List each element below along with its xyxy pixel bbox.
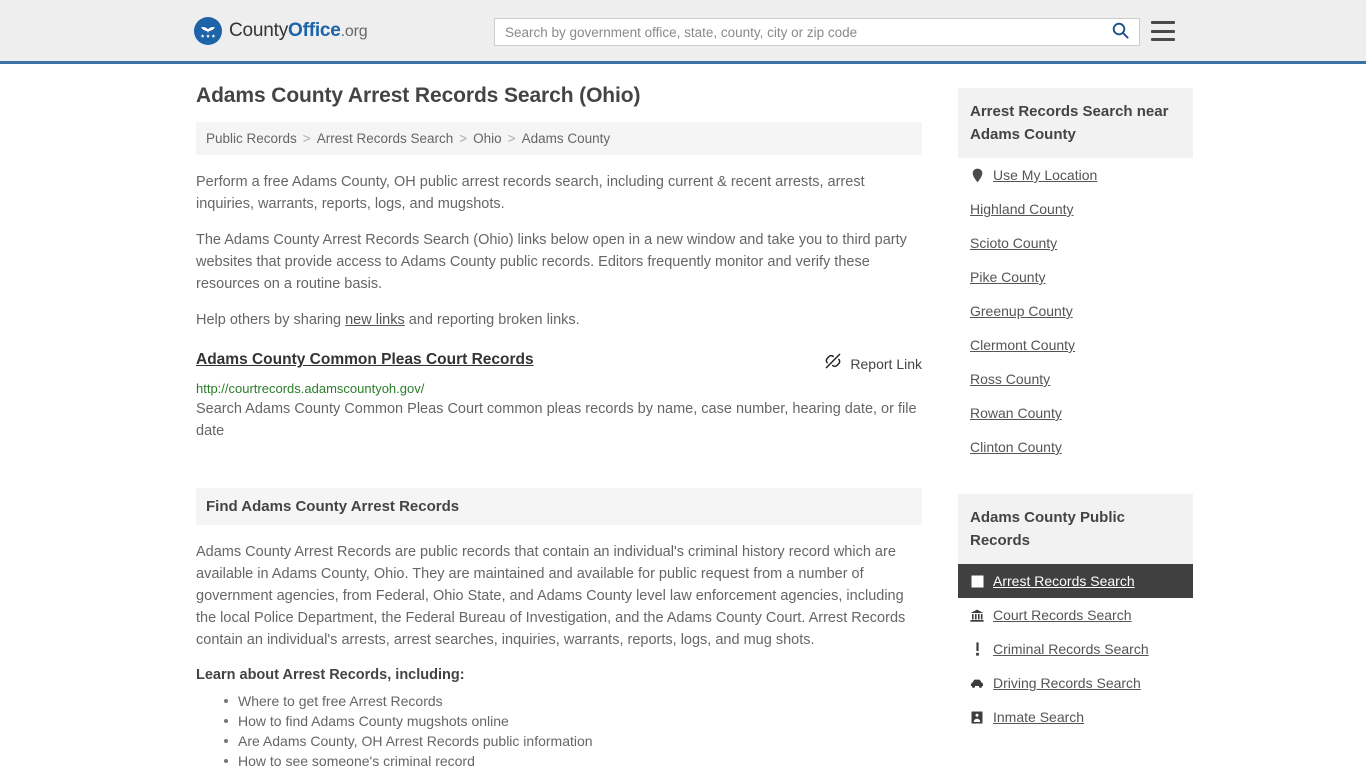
section-body-text: Adams County Arrest Records are public r… <box>196 544 906 648</box>
content-container: Adams County Arrest Records Search (Ohio… <box>196 64 1193 768</box>
broken-link-icon <box>824 352 842 375</box>
sidebar-item-label[interactable]: Court Records Search <box>993 607 1132 623</box>
result-description: Search Adams County Common Pleas Court c… <box>196 401 917 439</box>
sidebar-nearby-counties-list: Use My Location Highland County Scioto C… <box>958 158 1193 464</box>
sidebar-item-label[interactable]: Arrest Records Search <box>993 573 1135 589</box>
breadcrumb-item-public-records[interactable]: Public Records <box>206 131 297 146</box>
result-header-row: Adams County Common Pleas Court Records … <box>196 351 922 375</box>
brand-office: Office <box>288 19 341 41</box>
breadcrumb-item-arrest-records-search[interactable]: Arrest Records Search <box>317 131 454 146</box>
search-icon <box>1112 22 1129 42</box>
square-icon <box>970 575 984 588</box>
breadcrumb: Public Records > Arrest Records Search > Ohi… <box>196 122 922 155</box>
hamburger-bar <box>1151 38 1175 41</box>
sidebar-item-clinton-county[interactable]: Clinton County <box>958 430 1193 464</box>
eagle-seal-icon <box>194 16 222 45</box>
sidebar-item-driving-records-search[interactable]: Driving Records Search <box>958 666 1193 700</box>
brand-wordmark: CountyOffice.org <box>229 19 368 42</box>
sidebar-item-arrest-records-search[interactable]: Arrest Records Search <box>958 564 1193 598</box>
sidebar-item-greenup-county[interactable]: Greenup County <box>958 294 1193 328</box>
page-title: Adams County Arrest Records Search (Ohio… <box>196 84 641 107</box>
sidebar-item-inmate-search[interactable]: Inmate Search <box>958 700 1193 734</box>
sidebar-item-label[interactable]: Pike County <box>970 269 1045 285</box>
sidebar-item-label[interactable]: Inmate Search <box>993 709 1084 725</box>
breadcrumb-separator: > <box>302 131 311 146</box>
breadcrumb-item-adams-county: Adams County <box>521 131 611 146</box>
learn-about-list: Where to get free Arrest Records How to … <box>196 691 922 768</box>
hamburger-bar <box>1151 21 1175 24</box>
brand-org: .org <box>340 22 368 40</box>
breadcrumb-separator: > <box>459 131 468 146</box>
sidebar: Arrest Records Search near Adams County … <box>958 84 1193 768</box>
share-text-post: and reporting broken links. <box>404 312 580 328</box>
brand-county: County <box>229 19 289 41</box>
sidebar-header-public-records: Adams County Public Records <box>958 494 1193 564</box>
list-item: How to see someone's criminal record <box>224 751 922 768</box>
sidebar-item-label[interactable]: Highland County <box>970 201 1074 217</box>
sidebar-item-label[interactable]: Criminal Records Search <box>993 641 1149 657</box>
list-item: How to find Adams County mugshots online <box>224 711 922 731</box>
sidebar-item-criminal-records-search[interactable]: Criminal Records Search <box>958 632 1193 666</box>
sidebar-item-label[interactable]: Scioto County <box>970 235 1057 251</box>
main-column: Adams County Arrest Records Search (Ohio… <box>196 84 922 768</box>
sidebar-item-ross-county[interactable]: Ross County <box>958 362 1193 396</box>
sidebar-public-records-list: Arrest Records Search Court Records Sear… <box>958 564 1193 734</box>
sidebar-public-records-box: Adams County Public Records Arrest Recor… <box>958 494 1193 734</box>
list-item: Where to get free Arrest Records <box>224 691 922 711</box>
sidebar-item-pike-county[interactable]: Pike County <box>958 260 1193 294</box>
section-header-find-records: Find Adams County Arrest Records <box>196 488 922 525</box>
exclamation-icon <box>970 642 984 656</box>
sidebar-item-label[interactable]: Ross County <box>970 371 1050 387</box>
intro-paragraph-1: Perform a free Adams County, OH public a… <box>196 174 865 212</box>
site-logo[interactable]: CountyOffice.org <box>194 16 368 45</box>
report-link-label: Report Link <box>850 355 922 372</box>
new-links-link[interactable]: new links <box>345 312 405 328</box>
list-item: Are Adams County, OH Arrest Records publ… <box>224 731 922 751</box>
hamburger-menu-icon[interactable] <box>1151 21 1175 41</box>
result-url: http://courtrecords.adamscountyoh.gov/ <box>196 381 425 396</box>
sidebar-item-highland-county[interactable]: Highland County <box>958 192 1193 226</box>
site-header: CountyOffice.org <box>0 0 1366 64</box>
sidebar-item-label[interactable]: Clermont County <box>970 337 1075 353</box>
breadcrumb-item-ohio[interactable]: Ohio <box>473 131 502 146</box>
intro-paragraph-2: The Adams County Arrest Records Search (… <box>196 232 907 292</box>
search-button[interactable] <box>1108 22 1139 42</box>
sidebar-item-clermont-county[interactable]: Clermont County <box>958 328 1193 362</box>
breadcrumb-separator: > <box>507 131 516 146</box>
page-body: Adams County Arrest Records Search (Ohio… <box>0 64 1366 768</box>
intro-paragraph-3: Help others by sharing new links and rep… <box>196 309 922 331</box>
sidebar-item-label[interactable]: Rowan County <box>970 405 1062 421</box>
search-input[interactable] <box>495 19 1108 45</box>
search-bar[interactable] <box>494 18 1140 46</box>
sidebar-item-label[interactable]: Use My Location <box>993 167 1097 183</box>
sidebar-item-use-my-location[interactable]: Use My Location <box>958 158 1193 192</box>
learn-about-heading: Learn about Arrest Records, including: <box>196 667 465 683</box>
result-item: Adams County Common Pleas Court Records … <box>196 351 922 442</box>
sidebar-item-court-records-search[interactable]: Court Records Search <box>958 598 1193 632</box>
result-title-link[interactable]: Adams County Common Pleas Court Records <box>196 351 534 369</box>
car-icon <box>970 678 984 689</box>
sidebar-item-scioto-county[interactable]: Scioto County <box>958 226 1193 260</box>
courthouse-icon <box>970 609 984 622</box>
sidebar-header-near: Arrest Records Search near Adams County <box>958 88 1193 158</box>
sidebar-item-label[interactable]: Greenup County <box>970 303 1073 319</box>
sidebar-item-label[interactable]: Clinton County <box>970 439 1062 455</box>
hamburger-bar <box>1151 29 1175 33</box>
share-text-pre: Help others by sharing <box>196 312 346 328</box>
inmate-icon <box>970 711 984 724</box>
report-link-button[interactable]: Report Link <box>824 351 922 375</box>
sidebar-item-label[interactable]: Driving Records Search <box>993 675 1141 691</box>
map-pin-icon <box>970 168 984 183</box>
sidebar-item-rowan-county[interactable]: Rowan County <box>958 396 1193 430</box>
